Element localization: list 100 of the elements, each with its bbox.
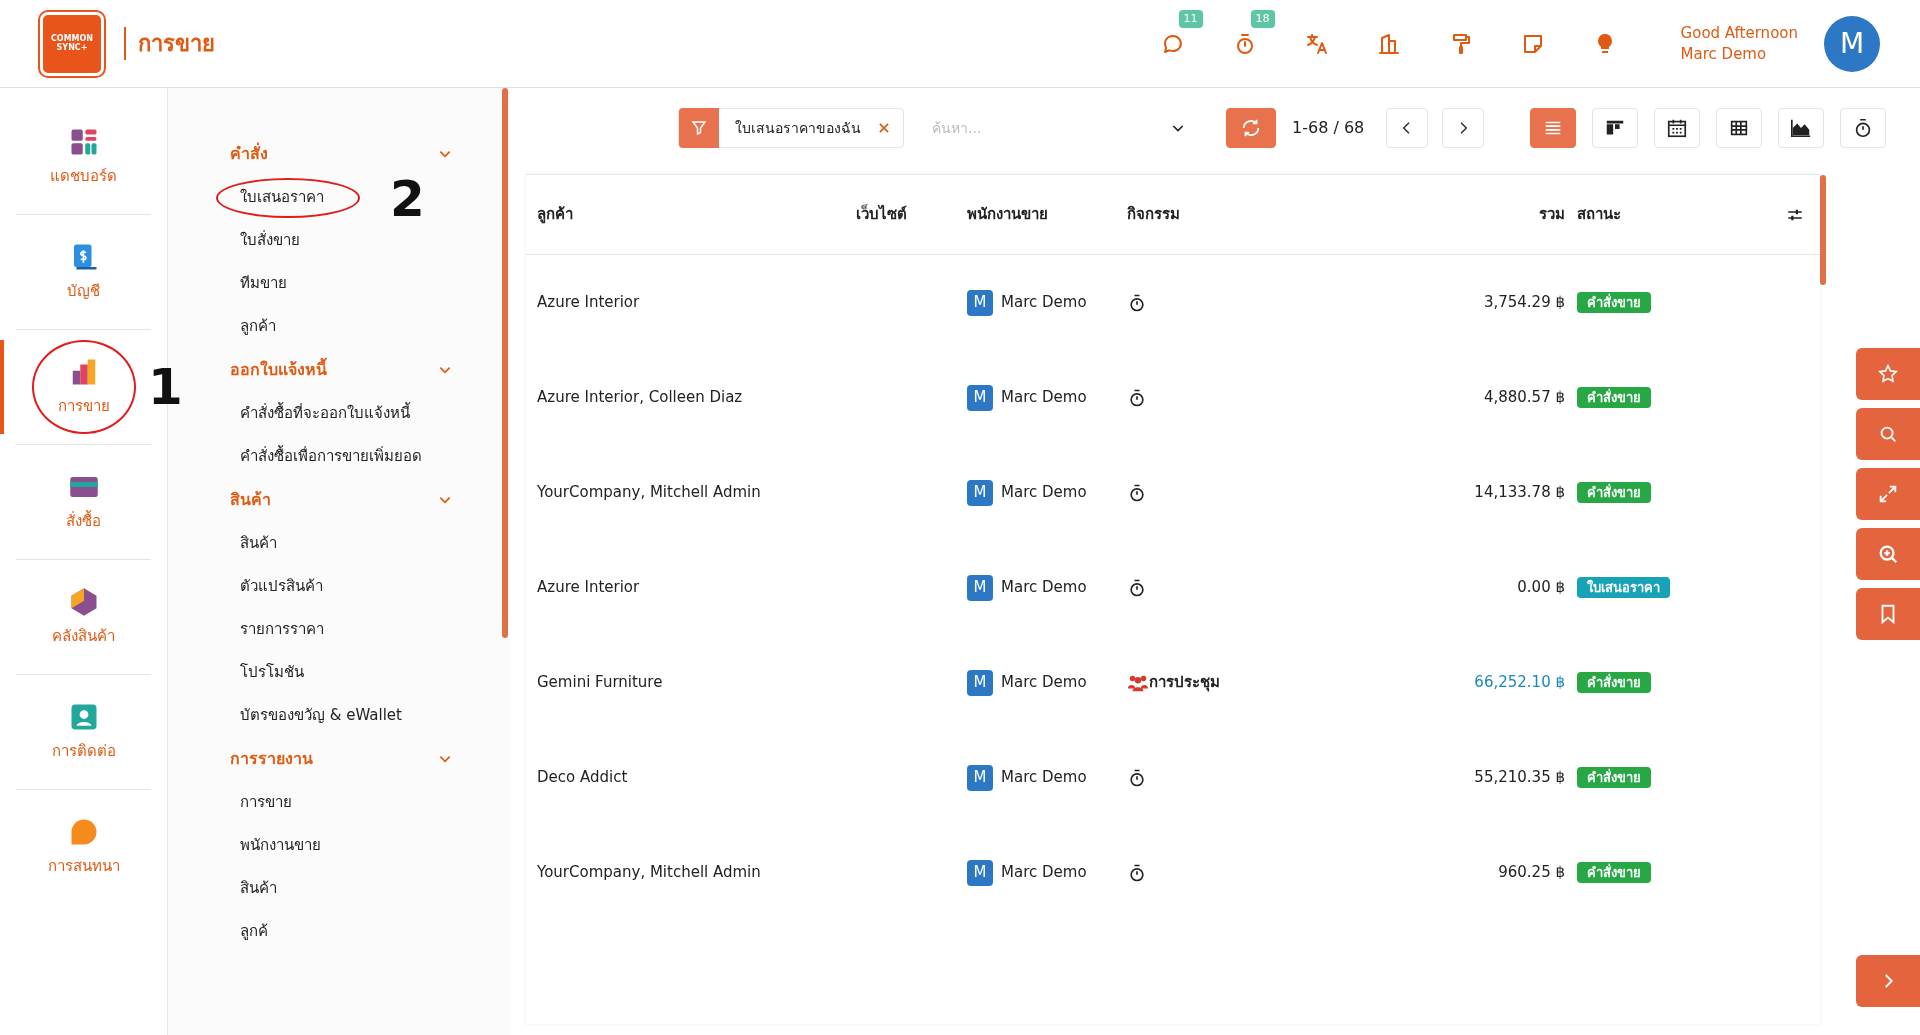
column-header[interactable]: กิจกรรม [1127,203,1327,226]
status-badge: คำสั่งขาย [1577,482,1651,504]
customer-cell-text: YourCompany, Mitchell Admin [537,862,762,884]
close-icon [877,121,891,135]
activity-label: การประชุม [1149,672,1220,694]
salesperson-cell-text: Marc Demo [1001,862,1087,884]
customer-cell-text: Gemini Furniture [537,672,664,694]
customer-cell-text: Azure Interior [537,292,641,314]
menu-item[interactable]: คำสั่งซื้อเพื่อการขายเพิ่มยอด [230,435,422,478]
app-menu-item[interactable]: บัญชี [0,215,167,329]
status-badge: ใบเสนอราคา [1577,577,1670,599]
user-avatar[interactable]: M [1824,15,1880,72]
app-menu-item[interactable]: การติดต่อ [0,675,167,789]
menu-item[interactable]: ตัวแปรสินค้า [230,565,323,608]
menu-item[interactable]: ลูกค้ [230,910,268,953]
stopwatch-icon [1127,387,1147,408]
scrollbar[interactable] [502,88,508,638]
menu-item[interactable]: ใบเสนอราคา [230,176,324,219]
refresh-button[interactable] [1226,108,1276,148]
count-badge: 18 [1250,9,1275,28]
stopwatch-icon [1127,482,1147,503]
annotation-number: 1 [148,362,183,412]
bookmark-button[interactable] [1856,588,1920,640]
app-menu-item[interactable]: แดชบอร์ด [0,100,167,214]
building-icon [1376,31,1401,56]
calendar-icon [1666,117,1689,139]
salesperson-avatar: M [967,574,993,601]
search-button[interactable] [1856,408,1920,460]
menu-item[interactable]: ทีมขาย [230,262,287,305]
salesperson-cell-text: Marc Demo [1001,672,1087,694]
user-name: Marc Demo [1680,43,1768,65]
expand-icon [1877,483,1899,505]
menu-item[interactable]: รายการราคา [230,608,324,651]
salesperson-avatar: M [967,859,993,886]
menu-item[interactable]: โปรโมชัน [230,651,304,694]
greeting: Good Afternoon [1680,22,1798,44]
annotation-number: 2 [390,174,425,224]
pager-count: 1-68 / 68 [1292,117,1365,139]
total-cell-text: 4,880.57 ฿ [1482,387,1565,409]
salesperson-cell-text: Marc Demo [1001,387,1087,409]
app-menu-item[interactable]: คลังสินค้า [0,560,167,674]
menu-section-header[interactable]: สินค้า [230,478,452,522]
column-header[interactable]: เว็บไซต์ [837,203,907,226]
customer-cell-text: Azure Interior, Colleen Diaz [537,387,744,409]
stopwatch-icon [1127,577,1147,598]
salesperson-cell-text: Marc Demo [1001,577,1087,599]
menu-item[interactable]: สินค้า [230,522,277,565]
column-header[interactable]: สถานะ [1577,203,1777,226]
customer-cell-text: YourCompany, Mitchell Admin [537,482,762,504]
status-badge: คำสั่งขาย [1577,862,1651,884]
menu-item[interactable]: พนักงานขาย [230,824,321,867]
menu-item[interactable]: ใบสั่งขาย [230,219,300,262]
column-header[interactable]: รวม [1327,203,1565,226]
stopwatch-icon [1127,292,1147,313]
status-badge: คำสั่งขาย [1577,672,1651,694]
menu-section-header[interactable]: การรายงาน [230,737,452,781]
salesperson-cell-text: Marc Demo [1001,767,1087,789]
expand-button[interactable] [1856,468,1920,520]
area-chart-icon [1790,117,1813,139]
total-cell-text: 66,252.10 ฿ [1473,672,1565,694]
menu-item[interactable]: การขาย [230,781,292,824]
menu-item[interactable]: คำสั่งซื้อที่จะออกใบแจ้งหนี้ [230,392,410,435]
salesperson-avatar: M [967,384,993,411]
salesperson-avatar: M [967,669,993,696]
status-badge: คำสั่งขาย [1577,292,1651,314]
status-badge: คำสั่งขาย [1577,767,1651,789]
logo: COMMON SYNC+ [40,11,104,76]
zoom-in-button[interactable] [1856,528,1920,580]
zoom-in-icon [1877,543,1899,565]
star-button[interactable] [1856,348,1920,400]
stopwatch-icon [1127,767,1147,788]
total-cell-text: 960.25 ฿ [1497,862,1565,884]
salesperson-avatar: M [967,289,993,316]
menu-item[interactable]: บัตรของขวัญ & eWallet [230,694,402,737]
app-menu-item[interactable]: การสนทนา [0,790,167,904]
total-cell-text: 0.00 ฿ [1516,577,1565,599]
total-cell-text: 14,133.78 ฿ [1473,482,1565,504]
app-title: การขาย [124,27,215,60]
status-badge: คำสั่งขาย [1577,387,1651,409]
refresh-icon [1240,117,1262,139]
menu-section-header[interactable]: คำสั่ง [230,132,452,176]
star-icon [1877,363,1899,385]
count-badge: 11 [1178,9,1203,28]
menu-section-header[interactable]: ออกใบแจ้งหนี้ [230,348,452,392]
scrollbar[interactable] [1820,175,1826,285]
column-header[interactable]: พนักงานขาย [967,203,1127,226]
total-cell-text: 3,754.29 ฿ [1482,292,1565,314]
menu-item[interactable]: ลูกค้า [230,305,276,348]
salesperson-cell-text: Marc Demo [1001,482,1087,504]
app-menu-item[interactable]: สั่งซื้อ [0,445,167,559]
salesperson-cell-text: Marc Demo [1001,292,1087,314]
filter-tag[interactable]: ใบเสนอราคาของฉัน [678,108,904,148]
salesperson-avatar: M [967,479,993,506]
menu-item[interactable]: สินค้า [230,867,277,910]
stopwatch-icon [1127,862,1147,883]
column-header[interactable]: ลูกค้า [537,203,837,226]
customer-cell-text: Azure Interior [537,577,641,599]
salesperson-avatar: M [967,764,993,791]
translate-icon [1304,31,1329,56]
filter-icon [690,119,708,137]
